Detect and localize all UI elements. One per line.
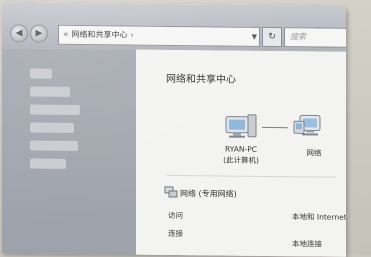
sidebar-item[interactable] <box>30 86 70 97</box>
sidebar <box>2 48 136 257</box>
sidebar-item[interactable] <box>30 140 78 151</box>
computer-icon[interactable] <box>224 111 258 141</box>
connections-value-link[interactable]: 本地连接 <box>292 238 322 249</box>
search-input[interactable]: 搜索 <box>284 27 346 48</box>
network-icon[interactable] <box>292 111 324 141</box>
address-bar[interactable]: «网络和共享中心 › ▼ <box>58 24 260 47</box>
sidebar-item[interactable] <box>30 68 52 79</box>
explorer-window: ◀ ▶ «网络和共享中心 › ▼ ↻ 搜索 网络和共享中心 RYAN-PC (此计… <box>2 2 346 257</box>
breadcrumb-current[interactable]: 网络和共享中心 <box>72 30 128 40</box>
access-type-value: 本地和 Internet <box>292 212 346 222</box>
page-title: 网络和共享中心 <box>166 73 236 86</box>
connections-label: 连接 <box>168 228 183 239</box>
address-dropdown-icon[interactable]: ▼ <box>252 28 257 46</box>
network-status-icon <box>164 186 178 198</box>
title-bar: ◀ ▶ «网络和共享中心 › ▼ ↻ 搜索 <box>2 2 346 52</box>
access-type-label: 访问 <box>168 210 183 221</box>
network-section-title[interactable]: 网络 (专用网络) <box>180 188 237 200</box>
forward-arrow-icon[interactable]: ▶ <box>30 24 48 43</box>
breadcrumb-chevron[interactable]: « <box>63 30 69 40</box>
connection-line <box>262 126 288 129</box>
network-node-name[interactable]: 网络 <box>302 147 326 158</box>
refresh-button[interactable]: ↻ <box>262 26 282 48</box>
this-pc-name[interactable]: RYAN-PC <box>216 144 266 154</box>
main-content: 网络和共享中心 RYAN-PC (此计算机) 网络 网络 (专用网络) 访问 本… <box>136 49 346 257</box>
sidebar-item[interactable] <box>30 122 74 133</box>
breadcrumb-separator-icon: › <box>130 30 134 40</box>
this-pc-subtitle: (此计算机) <box>223 155 259 165</box>
section-divider <box>166 174 336 178</box>
sidebar-item[interactable] <box>30 104 80 116</box>
sidebar-item[interactable] <box>30 158 66 169</box>
back-arrow-icon[interactable]: ◀ <box>10 24 28 43</box>
